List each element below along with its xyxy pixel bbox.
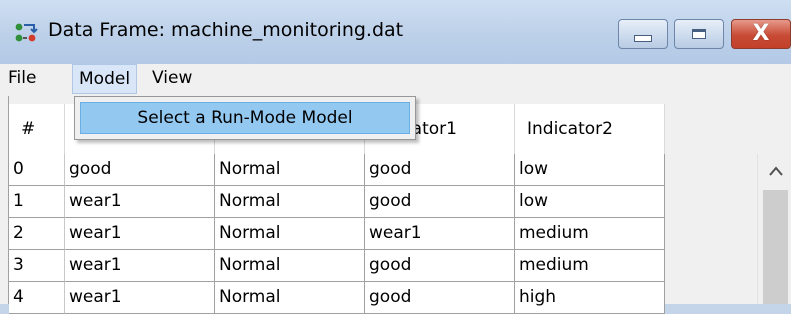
table-row-index: 3 — [9, 250, 65, 282]
table-row-index: 2 — [9, 218, 65, 250]
table-cell[interactable]: good — [365, 154, 515, 186]
close-button[interactable]: X — [731, 19, 791, 49]
table-cell[interactable]: medium — [515, 218, 665, 250]
select-run-mode-model-item[interactable]: Select a Run-Mode Model — [80, 102, 410, 134]
scrollbar-thumb[interactable] — [763, 190, 788, 304]
table-cell[interactable]: Normal — [215, 186, 365, 218]
table-cell[interactable]: low — [515, 186, 665, 218]
column-header-index[interactable]: # — [9, 104, 65, 154]
table-cell[interactable]: wear1 — [65, 186, 215, 218]
close-icon: X — [752, 21, 770, 46]
vertical-scrollbar[interactable] — [757, 154, 791, 304]
maximize-icon — [692, 29, 706, 39]
model-dropdown-menu: Select a Run-Mode Model — [74, 96, 416, 140]
table-cell[interactable]: wear1 — [65, 250, 215, 282]
table-cell[interactable]: Normal — [215, 282, 365, 314]
table-row-index: 0 — [9, 154, 65, 186]
table-cell[interactable]: medium — [515, 250, 665, 282]
maximize-button[interactable] — [674, 19, 724, 49]
window-title: Data Frame: machine_monitoring.dat — [48, 19, 404, 41]
table-cell[interactable]: low — [515, 154, 665, 186]
table-cell[interactable]: wear1 — [365, 218, 515, 250]
column-header-indicator2[interactable]: Indicator2 — [515, 104, 665, 154]
minimize-icon — [634, 34, 652, 42]
table-cell[interactable]: Normal — [215, 250, 365, 282]
table-row-index: 1 — [9, 186, 65, 218]
table-cell[interactable]: good — [365, 282, 515, 314]
table-cell[interactable]: Normal — [215, 154, 365, 186]
menu-model[interactable]: Model — [72, 64, 138, 94]
menu-file[interactable]: File — [8, 68, 36, 88]
table-cell[interactable]: good — [365, 186, 515, 218]
table-cell[interactable]: Normal — [215, 218, 365, 250]
minimize-button[interactable] — [618, 19, 668, 49]
table-cell[interactable]: high — [515, 282, 665, 314]
menu-view[interactable]: View — [152, 68, 192, 88]
table-cell[interactable]: wear1 — [65, 218, 215, 250]
table-row-index: 4 — [9, 282, 65, 314]
table-cell[interactable]: good — [365, 250, 515, 282]
table-cell[interactable]: good — [65, 154, 215, 186]
menu-bar: File Model View — [0, 64, 791, 94]
data-frame-window: Data Frame: machine_monitoring.dat X Fil… — [0, 0, 791, 314]
title-bar[interactable]: Data Frame: machine_monitoring.dat X — [0, 0, 791, 64]
scroll-up-arrow-icon[interactable] — [758, 154, 791, 188]
table-cell[interactable]: wear1 — [65, 282, 215, 314]
data-frame-app-icon — [14, 22, 38, 44]
